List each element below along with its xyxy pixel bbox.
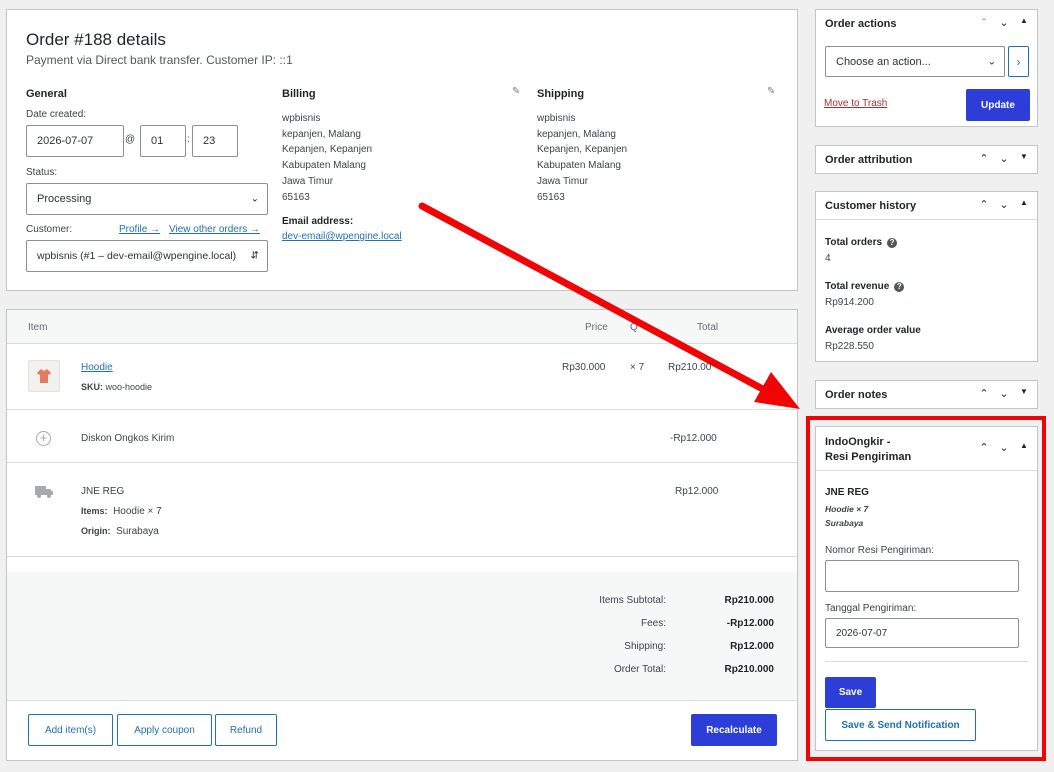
annotation-arrow-icon [418,202,800,409]
